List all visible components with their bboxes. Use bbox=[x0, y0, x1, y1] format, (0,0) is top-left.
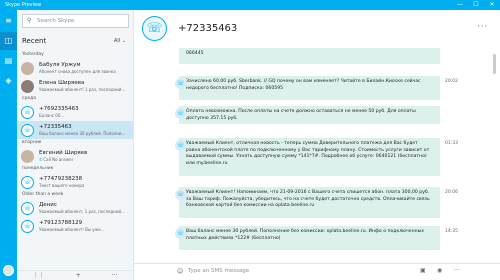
camera-icon[interactable]: ◉ bbox=[437, 267, 442, 274]
message-bubble[interactable]: Зачислено 60,00 руб. Sberbank. // GQ поч… bbox=[179, 76, 440, 100]
conversation-pane: ☏ +72335463 ··· 066445 Зачислено 60,00 ру… bbox=[134, 10, 500, 280]
phone-avatar-icon: ☏ bbox=[142, 16, 167, 41]
contact-name: Евгений Ширяев bbox=[39, 149, 88, 156]
search-placeholder: Search Skype bbox=[37, 18, 75, 24]
phone-avatar-icon: ☏ bbox=[21, 175, 34, 189]
message-bubble[interactable]: Уважаемый Клиент, отличная новость - теп… bbox=[179, 138, 440, 176]
recent-header: Recent bbox=[22, 37, 47, 45]
window-title: Skype Preview bbox=[5, 2, 42, 8]
more-button[interactable]: ··· bbox=[112, 272, 118, 279]
contact-name: Бабуля Уржум bbox=[39, 61, 81, 68]
contact-item[interactable]: ☏ +72335463 Ваш баланс менее 30 рублей. По… bbox=[17, 121, 133, 139]
message-timestamp: 20:06 bbox=[445, 190, 458, 195]
contact-name: +7692335463 bbox=[39, 105, 79, 112]
hamburger-menu-icon[interactable]: ≡ bbox=[0, 12, 17, 30]
message-bubble[interactable]: 066445 bbox=[179, 48, 440, 64]
message-bubble[interactable]: Ваш баланс менее 30 рублей. Пополнение б… bbox=[179, 226, 440, 250]
sender-avatar: ☏ bbox=[175, 108, 186, 119]
maximize-button[interactable]: ☐ bbox=[468, 0, 484, 10]
title-bar: Skype Preview — ☐ ✕ bbox=[0, 0, 500, 10]
avatar bbox=[21, 61, 34, 75]
message-input[interactable]: Type an SMS message bbox=[188, 268, 249, 274]
contact-preview: ✆Call No answer bbox=[39, 157, 87, 163]
section-header: понедельник bbox=[22, 166, 54, 171]
contact-preview: Баланс 00... bbox=[39, 113, 79, 119]
contact-preview: Уважаемый абонент! 1 раз, последний... bbox=[39, 87, 125, 93]
sidebar-toolbar: ⋮⋮ + ··· bbox=[17, 270, 133, 280]
contact-name: Елена Ширяева bbox=[39, 79, 85, 86]
message-bubble[interactable]: Оплата невозможна. После оплаты на счете… bbox=[179, 106, 440, 124]
contact-name: Денис bbox=[39, 201, 57, 208]
contact-preview-text: Текст вашего номера bbox=[39, 182, 85, 188]
contact-item[interactable]: ☏ Денис Уважаемый абонент, 1 раз, последни… bbox=[17, 199, 133, 217]
search-icon: ⚲ bbox=[27, 17, 32, 24]
message-timestamp: 14:35 bbox=[445, 229, 458, 234]
section-header: среда bbox=[22, 96, 36, 101]
minimize-button[interactable]: — bbox=[452, 0, 468, 10]
conversation-more-button[interactable]: ··· bbox=[477, 22, 488, 31]
contact-item[interactable]: Евгений Ширяев ✆Call No answer bbox=[17, 147, 133, 165]
contact-preview-text: Уважаемый абонент! 1 раз, последний... bbox=[39, 86, 126, 92]
section-header: Yesterday bbox=[22, 52, 44, 57]
section-header: Older than a week bbox=[22, 192, 64, 197]
scrollbar[interactable] bbox=[493, 54, 496, 74]
dialpad-icon[interactable]: ⋮⋮ bbox=[33, 272, 45, 279]
contact-preview-text: Ваш баланс менее 30 рублей. Пополни... bbox=[39, 130, 126, 136]
sidebar: ⚲ Search Skype Recent All ⌄ Yesterday Баб… bbox=[17, 10, 134, 280]
recent-chats-icon[interactable]: ◫ bbox=[0, 32, 17, 50]
sender-avatar: ☏ bbox=[175, 140, 186, 151]
close-button[interactable]: ✕ bbox=[484, 0, 500, 10]
compose-bar: ☺ Type an SMS message ▣ ◉ ··· bbox=[134, 263, 500, 280]
contact-name: +79123788129 bbox=[39, 219, 83, 226]
contact-item[interactable]: ☏ +7692335463 Баланс 00... bbox=[17, 103, 133, 121]
emoji-icon[interactable]: ☺ bbox=[177, 268, 183, 275]
search-input[interactable]: ⚲ Search Skype bbox=[22, 14, 129, 28]
phone-avatar-icon: ☏ bbox=[21, 201, 34, 215]
sender-avatar: ☏ bbox=[175, 78, 186, 89]
contact-preview-text: Абонент снова доступен для звонка bbox=[39, 68, 116, 74]
contact-preview-text: Уважаемый абонент! Вы уже... bbox=[39, 226, 105, 232]
phone-avatar-icon: ☏ bbox=[21, 105, 34, 119]
message-bubble[interactable]: Уважаемый Клиент! Напоминаем, что 21-09-… bbox=[179, 187, 440, 218]
message-timestamp: 20:02 bbox=[445, 79, 458, 84]
avatar bbox=[21, 149, 34, 163]
contact-item[interactable]: Елена Ширяева Уважаемый абонент! 1 раз, п… bbox=[17, 77, 133, 95]
contact-name: +72335463 bbox=[39, 123, 72, 130]
compose-more-button[interactable]: ··· bbox=[454, 267, 460, 274]
contact-preview: Уважаемый абонент, 1 раз, последний... bbox=[39, 209, 125, 215]
avatar bbox=[21, 79, 34, 93]
phone-avatar-icon: ☏ bbox=[21, 219, 34, 233]
message-list: 066445 Зачислено 60,00 руб. Sberbank. // … bbox=[134, 48, 500, 273]
contact-item[interactable]: Бабуля Уржум Абонент снова доступен для з… bbox=[17, 59, 133, 77]
sender-avatar: ☏ bbox=[175, 189, 186, 200]
image-icon[interactable]: ▣ bbox=[420, 267, 426, 274]
phone-avatar-icon: ☏ bbox=[21, 123, 34, 137]
call-icon: ✆ bbox=[39, 156, 43, 162]
section-header: вторник bbox=[22, 140, 42, 145]
contact-preview: Абонент снова доступен для звонка bbox=[39, 69, 116, 75]
sender-avatar: ☏ bbox=[175, 228, 186, 239]
contact-preview: Текст вашего номера bbox=[39, 183, 84, 189]
contact-name: +77479238238 bbox=[39, 175, 83, 182]
contact-list: Yesterday Бабуля Уржум Абонент снова досту… bbox=[17, 51, 133, 235]
conversation-title: +72335463 bbox=[178, 23, 238, 34]
bots-icon[interactable]: ◈ bbox=[0, 72, 17, 90]
contacts-icon[interactable]: ▤ bbox=[0, 52, 17, 70]
message-timestamp: 01:33 bbox=[445, 141, 458, 146]
contact-preview-text: Call No answer bbox=[43, 156, 74, 162]
contact-preview: Уважаемый абонент! Вы уже... bbox=[39, 227, 105, 233]
contact-preview: Ваш баланс менее 30 рублей. Пополни... bbox=[39, 131, 125, 137]
contact-preview-text: Уважаемый абонент, 1 раз, последний... bbox=[39, 208, 125, 214]
contact-item[interactable]: ☏ +77479238238 Текст вашего номера bbox=[17, 173, 133, 191]
my-avatar[interactable] bbox=[3, 265, 14, 276]
contact-item[interactable]: ☏ +79123788129 Уважаемый абонент! Вы уже..… bbox=[17, 217, 133, 235]
contact-preview-text: Баланс 00... bbox=[39, 112, 65, 118]
add-contact-button[interactable]: + bbox=[76, 272, 81, 279]
nav-rail: ≡ ◫ ▤ ◈ bbox=[0, 10, 17, 280]
filter-dropdown[interactable]: All ⌄ bbox=[114, 38, 126, 44]
